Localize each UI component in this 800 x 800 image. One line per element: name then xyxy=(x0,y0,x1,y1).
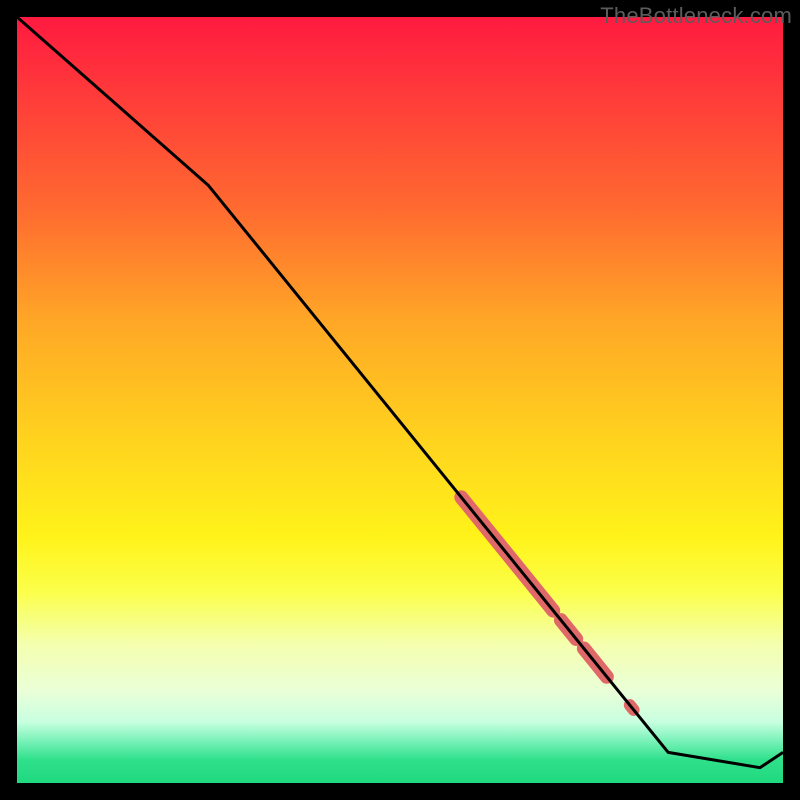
plot-gradient-background xyxy=(17,17,783,783)
watermark: TheBottleneck.com xyxy=(600,3,792,29)
